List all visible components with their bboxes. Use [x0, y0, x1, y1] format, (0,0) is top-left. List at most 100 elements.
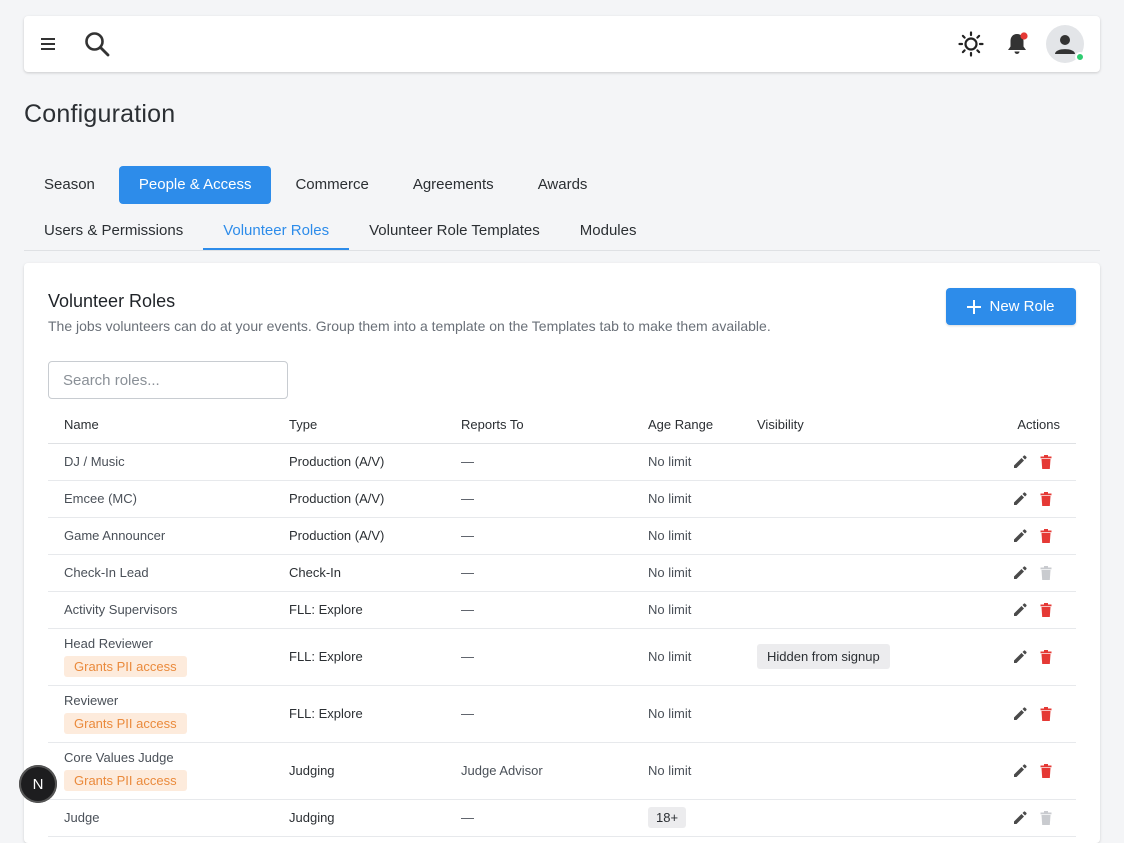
pencil-icon[interactable] [1012, 565, 1028, 581]
cell-age-range: No limit [648, 554, 757, 592]
trash-icon[interactable] [1038, 602, 1054, 618]
role-name: Emcee (MC) [64, 491, 137, 506]
header-visibility[interactable]: Visibility [757, 406, 957, 444]
table-row: DJ / Music Production (A/V) — No limit [48, 443, 1076, 481]
cell-visibility [757, 443, 957, 481]
main-tabs: Season People & Access Commerce Agreemen… [24, 166, 611, 204]
cell-age-range: 18+ [648, 799, 757, 837]
cell-type: Check-In [289, 554, 461, 592]
cell-actions [957, 517, 1076, 555]
sub-tabs: Users & Permissions Volunteer Roles Volu… [24, 212, 1100, 251]
cell-type: Production (A/V) [289, 517, 461, 555]
header-actions: Actions [957, 406, 1076, 444]
cell-name: Core Values Judge Grants PII access [48, 742, 289, 800]
cell-type: FLL: Explore [289, 591, 461, 629]
cell-reports-to: — [461, 554, 648, 592]
subtab-volunteer-role-templates[interactable]: Volunteer Role Templates [349, 212, 560, 250]
cell-age-range: No limit [648, 742, 757, 800]
tab-commerce[interactable]: Commerce [275, 166, 388, 204]
role-name: Judge [64, 810, 100, 825]
cell-name: Judge [48, 799, 289, 837]
cell-name: Activity Supervisors [48, 591, 289, 629]
sun-icon[interactable] [956, 29, 986, 59]
trash-icon[interactable] [1038, 649, 1054, 665]
header-name[interactable]: Name [48, 406, 289, 444]
cell-age-range: No limit [648, 517, 757, 555]
trash-icon[interactable] [1038, 454, 1054, 470]
subtab-users-permissions[interactable]: Users & Permissions [24, 212, 203, 250]
tab-people-access[interactable]: People & Access [118, 166, 272, 204]
cell-visibility: Hidden from signup [757, 628, 957, 686]
cell-reports-to: — [461, 628, 648, 686]
dev-tools-badge[interactable]: N [19, 765, 57, 803]
trash-icon[interactable] [1038, 763, 1054, 779]
roles-table: Name Type Reports To Age Range Visibilit… [48, 406, 1076, 837]
header-age-range[interactable]: Age Range [648, 406, 757, 444]
plus-icon [967, 299, 982, 314]
role-name: Check-In Lead [64, 565, 149, 580]
pencil-icon[interactable] [1012, 763, 1028, 779]
tab-agreements[interactable]: Agreements [393, 166, 514, 204]
search-roles-input[interactable] [48, 361, 288, 399]
header-reports-to[interactable]: Reports To [461, 406, 648, 444]
trash-icon[interactable] [1038, 528, 1054, 544]
new-role-button[interactable]: New Role [946, 288, 1076, 325]
cell-type: Judging [289, 799, 461, 837]
search-icon[interactable] [82, 29, 112, 59]
pencil-icon[interactable] [1012, 706, 1028, 722]
cell-age-range: No limit [648, 443, 757, 481]
cell-visibility [757, 685, 957, 743]
cell-name: DJ / Music [48, 443, 289, 481]
cell-visibility [757, 480, 957, 518]
cell-actions [957, 685, 1076, 743]
cell-reports-to: — [461, 480, 648, 518]
tab-season[interactable]: Season [24, 166, 115, 204]
table-row: Emcee (MC) Production (A/V) — No limit [48, 480, 1076, 518]
cell-age-range: No limit [648, 628, 757, 686]
top-bar [24, 16, 1100, 72]
pencil-icon[interactable] [1012, 602, 1028, 618]
role-name: Reviewer [64, 693, 119, 708]
pencil-icon[interactable] [1012, 649, 1028, 665]
tab-awards[interactable]: Awards [518, 166, 608, 204]
header-type[interactable]: Type [289, 406, 461, 444]
trash-icon [1038, 565, 1054, 581]
pencil-icon[interactable] [1012, 491, 1028, 507]
pii-access-badge: Grants PII access [64, 656, 187, 677]
cell-type: Production (A/V) [289, 480, 461, 518]
hamburger-icon[interactable] [38, 34, 60, 54]
pencil-icon[interactable] [1012, 454, 1028, 470]
cell-actions [957, 742, 1076, 800]
cell-age-range: No limit [648, 591, 757, 629]
cell-reports-to: Judge Advisor [461, 742, 648, 800]
cell-visibility [757, 591, 957, 629]
subtab-modules[interactable]: Modules [560, 212, 657, 250]
visibility-badge: Hidden from signup [757, 644, 890, 669]
cell-reports-to: — [461, 591, 648, 629]
cell-type: Judging [289, 742, 461, 800]
pii-access-badge: Grants PII access [64, 770, 187, 791]
table-row: Activity Supervisors FLL: Explore — No limi… [48, 591, 1076, 629]
table-row: Check-In Lead Check-In — No limit [48, 554, 1076, 592]
trash-icon[interactable] [1038, 706, 1054, 722]
user-icon [1055, 35, 1075, 54]
cell-name: Emcee (MC) [48, 480, 289, 518]
cell-name: Check-In Lead [48, 554, 289, 592]
table-row: Reviewer Grants PII access FLL: Explore — No… [48, 685, 1076, 743]
card-title: Volunteer Roles [48, 291, 176, 311]
bell-icon[interactable] [1002, 29, 1032, 59]
subtab-volunteer-roles[interactable]: Volunteer Roles [203, 212, 350, 250]
table-row: Game Announcer Production (A/V) — No limit [48, 517, 1076, 555]
role-name: Game Announcer [64, 528, 166, 543]
page-title: Configuration [24, 100, 176, 128]
pencil-icon[interactable] [1012, 528, 1028, 544]
cell-actions [957, 628, 1076, 686]
pencil-icon[interactable] [1012, 810, 1028, 826]
trash-icon[interactable] [1038, 491, 1054, 507]
cell-actions [957, 480, 1076, 518]
table-row: Core Values Judge Grants PII access Judgin… [48, 742, 1076, 800]
avatar[interactable] [1046, 25, 1085, 63]
trash-icon [1038, 810, 1054, 826]
cell-reports-to: — [461, 443, 648, 481]
role-name: Activity Supervisors [64, 602, 178, 617]
